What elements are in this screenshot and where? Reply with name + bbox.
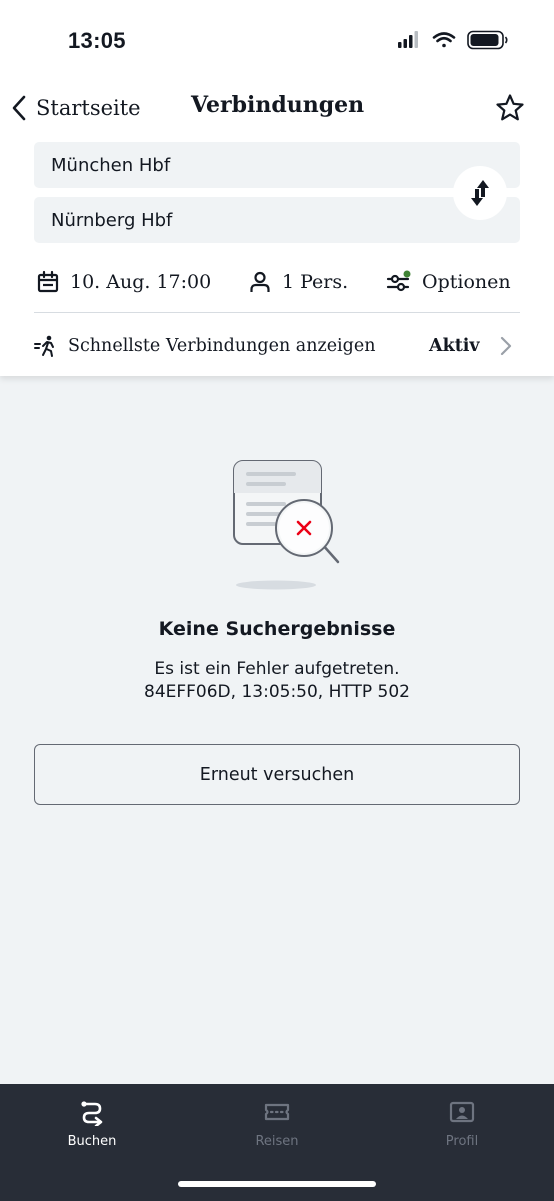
person-icon (250, 271, 270, 292)
passenger-selector[interactable]: 1 Pers. (248, 258, 348, 306)
back-label: Startseite (36, 96, 141, 120)
status-time: 13:05 (68, 28, 126, 53)
origin-field[interactable]: München Hbf (34, 142, 520, 188)
search-header: 13:05 Startseite Verbindungen München Hb… (0, 0, 554, 376)
date-time-selector[interactable]: 10. Aug. 17:00 (36, 258, 211, 306)
running-person-icon (34, 335, 54, 357)
wifi-icon (432, 32, 456, 48)
search-options-row: 10. Aug. 17:00 1 Pers. Optionen (34, 258, 520, 306)
sliders-icon (386, 270, 411, 292)
fastest-connections-row[interactable]: Schnellste Verbindungen anzeigen Aktiv (34, 322, 520, 370)
illustration-shadow (236, 580, 316, 590)
magnifier-error-icon (275, 499, 340, 564)
error-code: 84EFF06D, 13:05:50, HTTP 502 (144, 682, 410, 702)
retry-button[interactable]: Erneut versuchen (34, 744, 520, 805)
home-indicator (178, 1181, 376, 1187)
chevron-right-icon (500, 336, 512, 356)
profile-card-icon (449, 1101, 475, 1123)
back-button[interactable]: Startseite (10, 90, 141, 126)
calendar-icon (37, 270, 59, 293)
date-time-label: 10. Aug. 17:00 (70, 271, 212, 293)
page-title: Verbindungen (191, 92, 365, 118)
tab-reisen[interactable]: Reisen (207, 1094, 347, 1154)
status-bar: 13:05 (0, 0, 554, 86)
tab-label-profil: Profil (445, 1134, 479, 1149)
divider (34, 312, 520, 313)
navigation-bar: Startseite Verbindungen (0, 86, 554, 130)
tab-label-reisen: Reisen (255, 1134, 299, 1149)
tab-profil[interactable]: Profil (392, 1094, 532, 1154)
swap-stations-button[interactable] (453, 166, 507, 220)
favorite-star-icon[interactable] (494, 92, 526, 124)
fastest-connections-label: Schnellste Verbindungen anzeigen (68, 336, 376, 356)
destination-field[interactable]: Nürnberg Hbf (34, 197, 520, 243)
no-results-illustration (233, 460, 340, 590)
tab-buchen[interactable]: Buchen (22, 1094, 162, 1154)
passenger-label: 1 Pers. (282, 271, 349, 293)
ticket-icon (264, 1103, 290, 1121)
tab-bar: Buchen Reisen Profil (0, 1084, 554, 1201)
route-icon (81, 1101, 103, 1126)
options-button[interactable]: Optionen (386, 258, 511, 306)
error-message: Es ist ein Fehler aufgetreten. (154, 659, 400, 679)
chevron-left-icon (12, 95, 26, 121)
tab-label-buchen: Buchen (67, 1134, 117, 1149)
options-label: Optionen (422, 271, 511, 293)
status-icons (398, 30, 508, 50)
empty-state-title: Keine Suchergebnisse (158, 618, 396, 640)
battery-icon (467, 30, 508, 50)
fastest-status: Aktiv (429, 336, 480, 356)
swap-arrows-icon (471, 180, 489, 206)
cellular-signal-icon (398, 31, 418, 48)
